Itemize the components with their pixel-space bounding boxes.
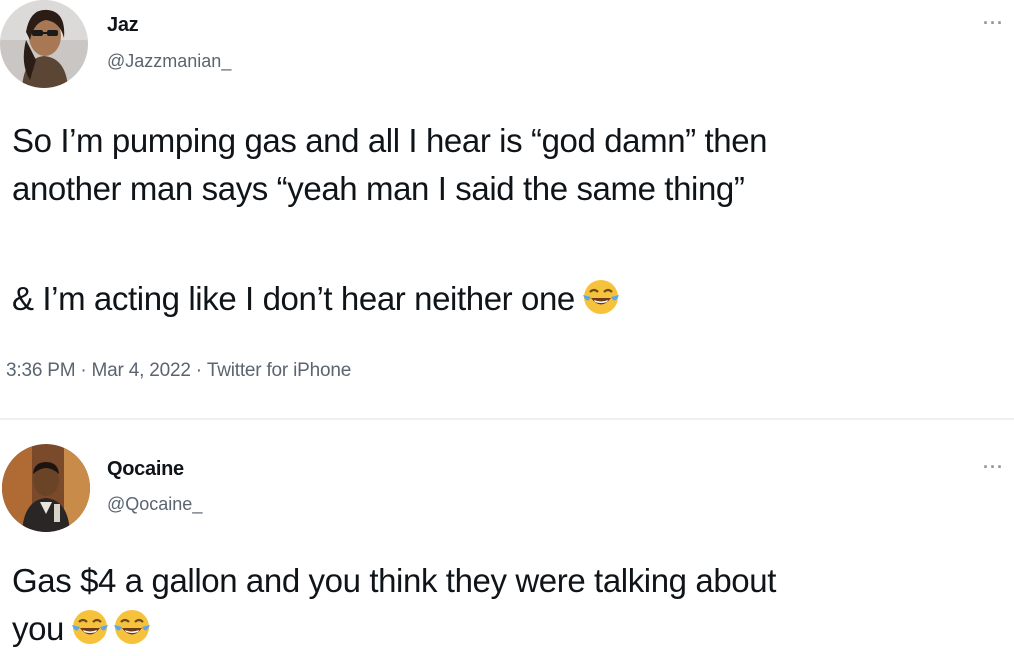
avatar-jaz-image — [0, 0, 88, 88]
tweet-source[interactable]: Twitter for iPhone — [207, 360, 351, 381]
tweet-text-segment: & I’m acting like I don’t hear neither o… — [12, 280, 575, 317]
face-with-tears-of-joy-icon — [72, 610, 109, 644]
tweet-text-line: Gas $4 a gallon and you think they were … — [12, 562, 776, 599]
avatar-jaz[interactable] — [0, 0, 88, 88]
face-with-tears-of-joy-icon — [582, 280, 619, 314]
handle[interactable]: @Qocaine_ — [107, 494, 202, 515]
tweet-text-line: & I’m acting like I don’t hear neither o… — [12, 276, 621, 322]
tweet-date[interactable]: Mar 4, 2022 — [92, 360, 191, 381]
tweet-text-line: So I’m pumping gas and all I hear is “go… — [12, 122, 768, 159]
avatar-qocaine-image — [2, 444, 90, 532]
tweet-text-segment: you — [12, 610, 65, 647]
display-name[interactable]: Jaz — [107, 14, 139, 37]
avatar-qocaine[interactable] — [2, 444, 90, 532]
face-with-tears-of-joy-icon — [114, 610, 151, 644]
tweet-qocaine[interactable]: Qocaine @Qocaine_ ··· Gas $4 a gallon an… — [0, 420, 1014, 656]
tweet-metadata: 3:36 PM · Mar 4, 2022 · Twitter for iPhone — [6, 360, 352, 381]
tweet-text-line: you — [12, 606, 152, 652]
tweet-jaz[interactable]: Jaz @Jazzmanian_ ··· So I’m pumping gas … — [0, 0, 1014, 420]
tweet-text-line: another man says “yeah man I said the sa… — [12, 170, 745, 207]
more-options-icon[interactable]: ··· — [983, 14, 1004, 32]
more-options-icon[interactable]: ··· — [983, 458, 1004, 476]
display-name[interactable]: Qocaine — [107, 458, 184, 481]
handle[interactable]: @Jazzmanian_ — [107, 51, 231, 72]
tweet-time[interactable]: 3:36 PM — [6, 360, 76, 381]
